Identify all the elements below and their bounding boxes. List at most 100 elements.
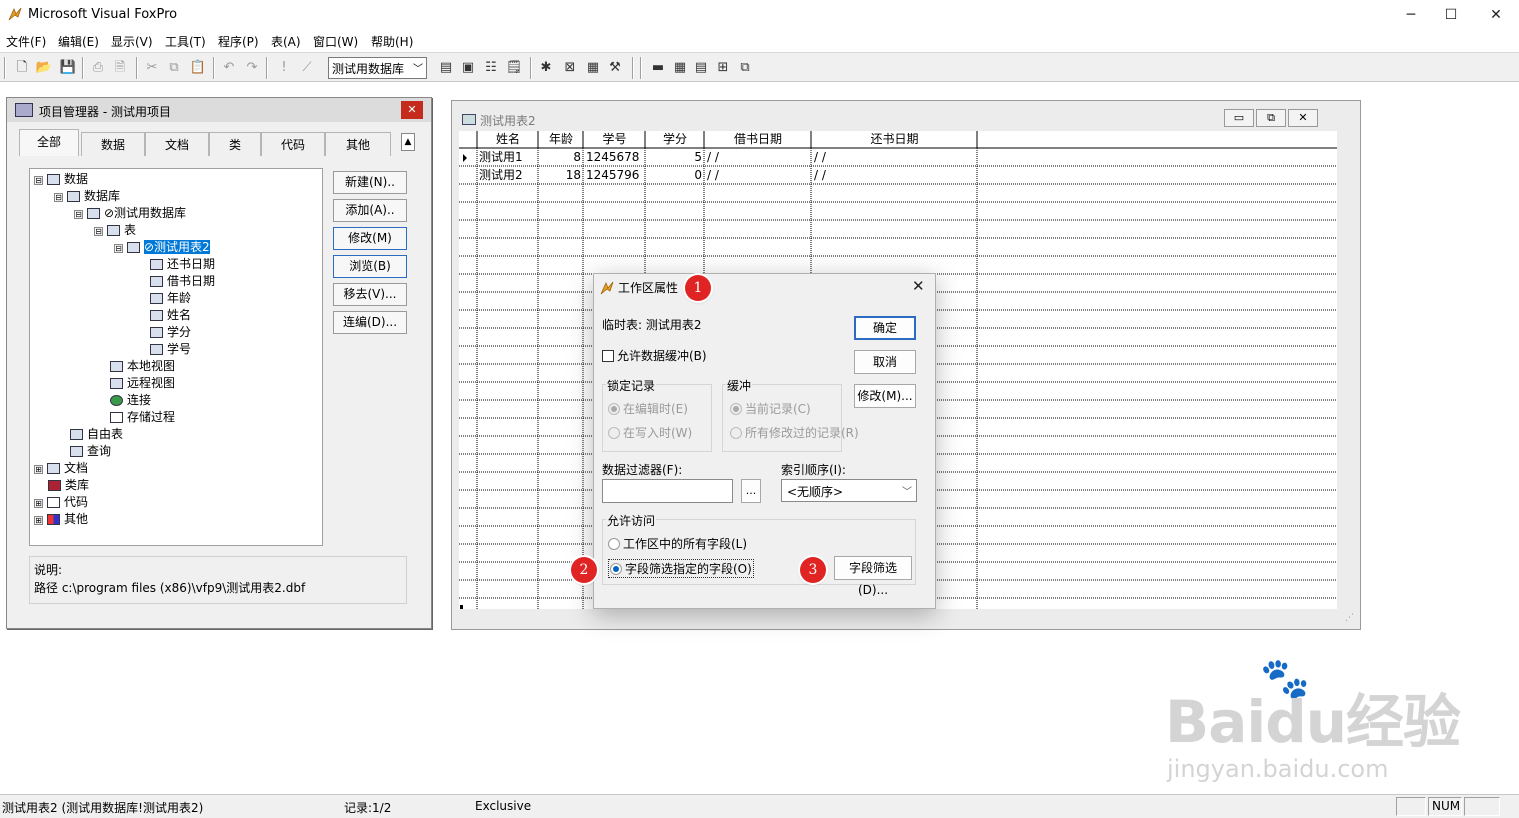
radio-icon[interactable] — [608, 538, 620, 550]
class-browser-icon[interactable]: ✱ — [536, 58, 556, 78]
tab-all[interactable]: 全部 — [19, 129, 79, 156]
modify-button[interactable]: 修改(M) — [333, 227, 407, 250]
expander-icon[interactable]: ⊟ — [54, 193, 63, 202]
open-folder-icon[interactable]: 📂 — [34, 58, 54, 78]
save-icon[interactable]: 💾 — [58, 58, 78, 78]
table-cell[interactable]: 0 — [646, 167, 704, 184]
radio-icon[interactable] — [608, 427, 620, 439]
minimize-icon[interactable]: ▭ — [1224, 109, 1254, 127]
tree-node-other[interactable]: ⊞ 其他 — [34, 511, 88, 528]
tab-code[interactable]: 代码 — [261, 132, 325, 156]
object-browser-icon[interactable]: ⊠ — [560, 58, 580, 78]
database-combo[interactable]: 测试用数据库 ﹀ — [328, 57, 427, 79]
column-header[interactable]: 学分 — [646, 131, 704, 148]
menu-window[interactable]: 窗口(W) — [313, 33, 358, 50]
buffer-all-radio[interactable]: 所有修改过的记录(R) — [730, 424, 859, 441]
maximize-icon[interactable]: ☐ — [1428, 0, 1474, 30]
tree-node-remote-views[interactable]: 远程视图 — [110, 375, 175, 392]
filter-input[interactable] — [602, 479, 733, 503]
column-header[interactable]: 还书日期 — [812, 131, 977, 148]
report-designer-icon[interactable]: ▬ — [648, 58, 668, 78]
tab-other[interactable]: 其他 — [325, 132, 391, 156]
table-cell[interactable]: / / — [707, 167, 807, 184]
access-filtered-fields-radio[interactable]: 字段筛选指定的字段(O) — [608, 559, 754, 578]
tree-node-data[interactable]: ⊟ 数据 — [34, 171, 88, 188]
expander-icon[interactable]: ⊟ — [74, 210, 83, 219]
allow-buffering-checkbox[interactable]: 允许数据缓冲(B) — [602, 347, 707, 364]
tree-node-field[interactable]: 姓名 — [150, 307, 191, 324]
column-header[interactable]: 学号 — [584, 131, 645, 148]
tree-node-field[interactable]: 借书日期 — [150, 273, 215, 290]
expander-icon[interactable]: ⊟ — [94, 227, 103, 236]
expander-icon[interactable]: ⊞ — [34, 465, 43, 474]
table-cell[interactable]: 测试用1 — [479, 149, 537, 166]
tree-node-test-database[interactable]: ⊟ ⊘测试用数据库 — [74, 205, 186, 222]
lock-on-edit-radio[interactable]: 在编辑时(E) — [608, 400, 688, 417]
expander-icon[interactable]: ⊞ — [34, 516, 43, 525]
tree-node-class-libraries[interactable]: 类库 — [48, 477, 89, 494]
tree-node-test-table-2[interactable]: ⊟ ⊘测试用表2 — [114, 239, 210, 256]
expander-icon[interactable]: ⊞ — [34, 499, 43, 508]
tree-node-code[interactable]: ⊞ 代码 — [34, 494, 88, 511]
modify-form-icon[interactable]: ⟋ — [297, 58, 317, 78]
tree-node-field[interactable]: 年龄 — [150, 290, 191, 307]
tree-node-documents[interactable]: ⊞ 文档 — [34, 460, 88, 477]
expander-icon[interactable]: ⊟ — [114, 244, 123, 253]
print-preview-icon[interactable]: 🗎 — [110, 58, 130, 78]
tree-node-free-tables[interactable]: 自由表 — [70, 426, 123, 443]
copy-icon[interactable]: ⧉ — [164, 58, 184, 78]
close-icon[interactable]: ✕ — [1473, 0, 1519, 30]
collapse-arrow-icon[interactable]: ▲ — [401, 133, 415, 151]
data-session-icon[interactable]: ▣ — [458, 58, 478, 78]
maximize-icon[interactable]: ⧉ — [1256, 109, 1286, 127]
tab-documents[interactable]: 文档 — [145, 132, 209, 156]
menu-edit[interactable]: 编辑(E) — [58, 33, 99, 50]
tree-node-field[interactable]: 还书日期 — [150, 256, 215, 273]
column-header[interactable]: 借书日期 — [705, 131, 811, 148]
resize-grip-icon[interactable]: ⋰ — [1345, 613, 1354, 623]
run-icon[interactable]: ! — [274, 58, 294, 78]
table-cell[interactable]: / / — [814, 149, 974, 166]
table-cell[interactable]: 1245678 — [586, 149, 644, 166]
add-table-icon[interactable]: ⊞ — [713, 58, 733, 78]
menu-help[interactable]: 帮助(H) — [371, 33, 413, 50]
close-icon[interactable]: ✕ — [401, 101, 423, 119]
tree-node-stored-procedures[interactable]: 存储过程 — [110, 409, 175, 426]
menu-view[interactable]: 显示(V) — [111, 33, 153, 50]
tree-node-field[interactable]: 学分 — [150, 324, 191, 341]
tree-node-connections[interactable]: 连接 — [110, 392, 151, 409]
menu-tools[interactable]: 工具(T) — [165, 33, 206, 50]
cancel-button[interactable]: 取消 — [854, 350, 916, 374]
column-header[interactable]: 年龄 — [539, 131, 583, 148]
remove-button[interactable]: 移去(V)... — [333, 283, 407, 306]
table-cell[interactable]: / / — [707, 149, 807, 166]
browse-title-bar[interactable]: 测试用表2 ▭ ⧉ ✕ — [452, 101, 1360, 131]
menu-table[interactable]: 表(A) — [271, 33, 301, 50]
task-pane-icon[interactable]: ▦ — [583, 58, 603, 78]
tree-node-tables[interactable]: ⊟ 表 — [94, 222, 136, 239]
tree-node-field[interactable]: 学号 — [150, 341, 191, 358]
new-file-icon[interactable]: 🗋 — [12, 58, 32, 78]
print-icon[interactable]: ⎙ — [88, 58, 108, 78]
column-header[interactable]: 姓名 — [478, 131, 538, 148]
modify-button[interactable]: 修改(M)... — [854, 384, 916, 408]
browse-table-icon[interactable]: ▤ — [691, 58, 711, 78]
cut-icon[interactable]: ✂ — [142, 58, 162, 78]
table-cell[interactable]: 1245796 — [586, 167, 644, 184]
expander-icon[interactable]: ⊟ — [34, 176, 43, 185]
properties-icon[interactable]: ☷ — [481, 58, 501, 78]
field-filter-button[interactable]: 字段筛选(D)... — [834, 556, 912, 597]
toolbox-icon[interactable]: ⚒ — [605, 58, 625, 78]
close-icon[interactable]: ✕ — [1288, 109, 1318, 127]
close-icon[interactable]: ✕ — [912, 277, 925, 295]
index-order-combo[interactable]: <无顺序> ﹀ — [781, 479, 917, 502]
tree-node-databases[interactable]: ⊟ 数据库 — [54, 188, 120, 205]
project-manager-title-bar[interactable]: 项目管理器 - 测试用项目 ✕ — [7, 98, 431, 122]
tab-classes[interactable]: 类 — [209, 132, 261, 156]
table-cell[interactable]: 8 — [539, 149, 583, 166]
ok-button[interactable]: 确定 — [854, 316, 916, 340]
query-icon[interactable]: ⧉ — [735, 58, 755, 78]
redo-icon[interactable]: ↷ — [242, 58, 262, 78]
new-button[interactable]: 新建(N).. — [333, 171, 407, 194]
table-cell[interactable]: 18 — [539, 167, 583, 184]
